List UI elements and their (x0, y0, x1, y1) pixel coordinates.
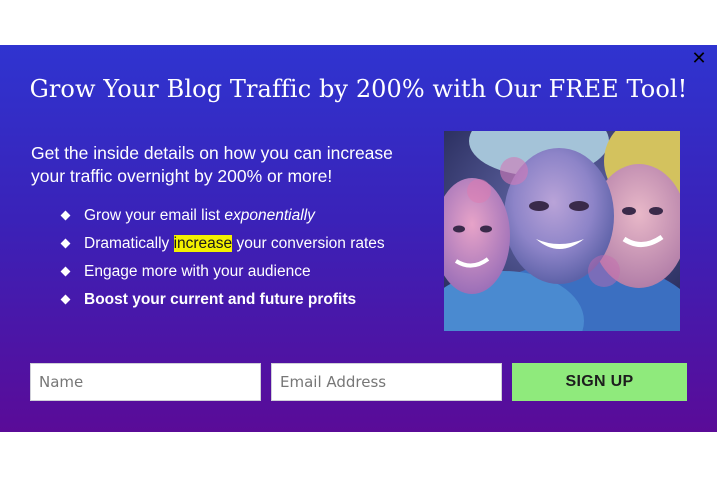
bullet-text: Grow your email list (84, 207, 225, 224)
benefits-list: Grow your email list exponentially Drama… (61, 206, 385, 318)
list-item: Grow your email list exponentially (61, 206, 385, 234)
list-item: Engage more with your audience (61, 262, 385, 290)
name-field[interactable] (30, 363, 261, 401)
optin-popup: ✕ Grow Your Blog Traffic by 200% with Ou… (0, 45, 717, 432)
list-item: Dramatically increase your conversion ra… (61, 234, 385, 262)
bullet-text: Engage more with your audience (84, 263, 311, 280)
intro-text: Get the inside details on how you can in… (31, 143, 393, 186)
close-icon[interactable]: ✕ (691, 50, 707, 68)
festival-colors-photo (444, 131, 680, 331)
bullet-emphasis: exponentially (224, 207, 315, 224)
popup-title: Grow Your Blog Traffic by 200% with Our … (29, 75, 688, 103)
signup-button[interactable]: SIGN UP (512, 363, 687, 401)
list-item: Boost your current and future profits (61, 290, 385, 318)
diamond-bullet-icon (61, 267, 70, 276)
diamond-bullet-icon (61, 211, 70, 220)
bullet-text: Dramatically (84, 235, 174, 252)
bullet-text: Boost your current and future profits (84, 291, 357, 308)
email-field[interactable] (271, 363, 502, 401)
bullet-text-after: your conversion rates (232, 235, 385, 252)
diamond-bullet-icon (61, 239, 70, 248)
bullet-highlight: increase (173, 235, 233, 252)
diamond-bullet-icon (61, 295, 70, 304)
